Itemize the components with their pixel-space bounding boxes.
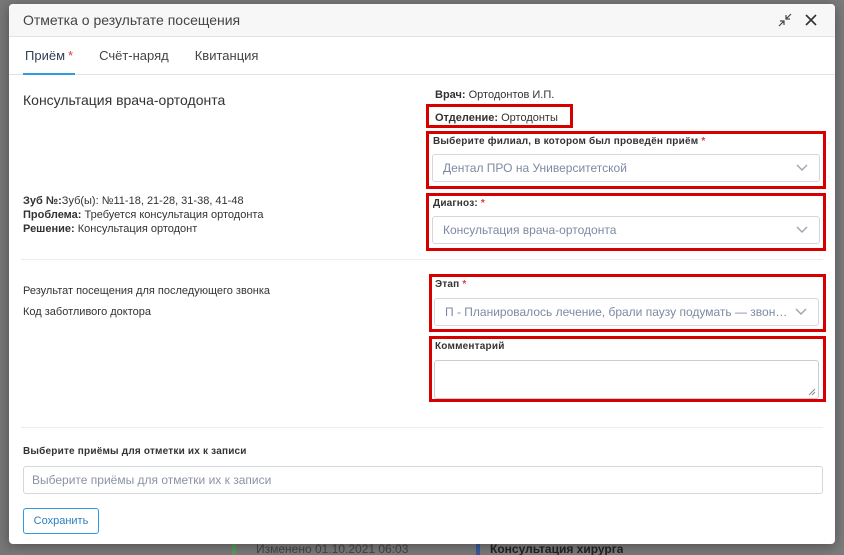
appointments-select-input[interactable]: Выберите приёмы для отметки их к записи	[23, 466, 823, 494]
tab-appointment[interactable]: Приём *	[15, 37, 83, 75]
save-button[interactable]: Сохранить	[23, 508, 99, 534]
diagnosis-field-highlight: Диагноз: * Консультация врача-ортодонта	[426, 193, 826, 251]
doctor-label: Врач:	[435, 89, 466, 101]
doctor-line: Врач: Ортодонтов И.П.	[435, 89, 554, 101]
resize-grip-icon[interactable]	[808, 388, 816, 396]
tooth-label: Зуб №:	[23, 195, 62, 207]
comment-label: Комментарий	[435, 341, 505, 352]
stage-field-highlight: Этап * П - Планировалось лечение, брали п…	[429, 274, 826, 332]
close-icon[interactable]	[801, 10, 821, 30]
tab-receipt[interactable]: Квитанция	[185, 37, 269, 74]
stage-select-value: П - Планировалось лечение, брали паузу п…	[445, 305, 788, 319]
tooth-value: Зуб(ы): №11-18, 21-28, 31-38, 41-48	[61, 195, 244, 207]
tab-label: Квитанция	[194, 48, 259, 63]
modal-header: Отметка о результате посещения	[9, 4, 835, 37]
stage-label: Этап *	[435, 279, 467, 290]
modal-title: Отметка о результате посещения	[23, 12, 241, 28]
collapse-icon[interactable]	[775, 10, 795, 30]
appointments-placeholder: Выберите приёмы для отметки их к записи	[32, 473, 272, 487]
solution-label: Решение:	[23, 223, 75, 235]
section-divider	[21, 427, 823, 428]
call-result-label: Результат посещения для последующего зво…	[23, 285, 271, 297]
problem-value: Требуется консультация ортодонта	[81, 209, 264, 221]
branch-select[interactable]: Дентал ПРО на Университетской	[432, 154, 820, 182]
tooth-line: Зуб №:Зуб(ы): №11-18, 21-28, 31-38, 41-4…	[23, 194, 263, 208]
tab-invoice[interactable]: Счёт-наряд	[89, 37, 179, 74]
branch-select-value: Дентал ПРО на Университетской	[443, 161, 627, 175]
diagnosis-select[interactable]: Консультация врача-ортодонта	[432, 216, 820, 244]
comment-textarea[interactable]	[434, 360, 819, 399]
section-divider	[21, 259, 823, 260]
department-label: Отделение:	[435, 112, 499, 124]
doctor-value: Ортодонтов И.П.	[465, 89, 555, 101]
branch-field-highlight: Выберите филиал, в котором был проведён …	[426, 131, 826, 189]
chevron-down-icon	[794, 305, 808, 319]
required-mark: *	[68, 48, 74, 63]
visit-result-modal: Отметка о результате посещения Приём * Сч…	[9, 4, 835, 544]
stage-select[interactable]: П - Планировалось лечение, брали паузу п…	[434, 298, 819, 326]
tab-label: Счёт-наряд	[99, 48, 169, 63]
appointments-label: Выберите приёмы для отметки их к записи	[23, 446, 247, 457]
problem-line: Проблема: Требуется консультация ортодон…	[23, 208, 263, 222]
solution-value: Консультация ортодонт	[74, 223, 198, 235]
chevron-down-icon	[795, 161, 809, 175]
comment-field-highlight: Комментарий	[429, 336, 826, 402]
department-line: Отделение: Ортодонты	[426, 104, 573, 128]
chevron-down-icon	[795, 223, 809, 237]
tab-label: Приём	[25, 48, 66, 63]
problem-label: Проблема:	[23, 209, 82, 221]
branch-label: Выберите филиал, в котором был проведён …	[433, 136, 706, 147]
care-code-label: Код заботливого доктора	[23, 306, 151, 318]
tab-bar: Приём * Счёт-наряд Квитанция	[9, 37, 835, 75]
department-value: Ортодонты	[498, 112, 558, 124]
background-item-left: Изменено 01.10.2021 06:03	[232, 543, 408, 555]
appointment-details: Зуб №:Зуб(ы): №11-18, 21-28, 31-38, 41-4…	[23, 194, 263, 236]
background-item-right: Консультация хирурга	[476, 543, 623, 555]
diagnosis-label: Диагноз: *	[433, 198, 486, 209]
appointment-title: Консультация врача-ортодонта	[23, 92, 226, 108]
diagnosis-select-value: Консультация врача-ортодонта	[443, 223, 617, 237]
solution-line: Решение: Консультация ортодонт	[23, 222, 263, 236]
